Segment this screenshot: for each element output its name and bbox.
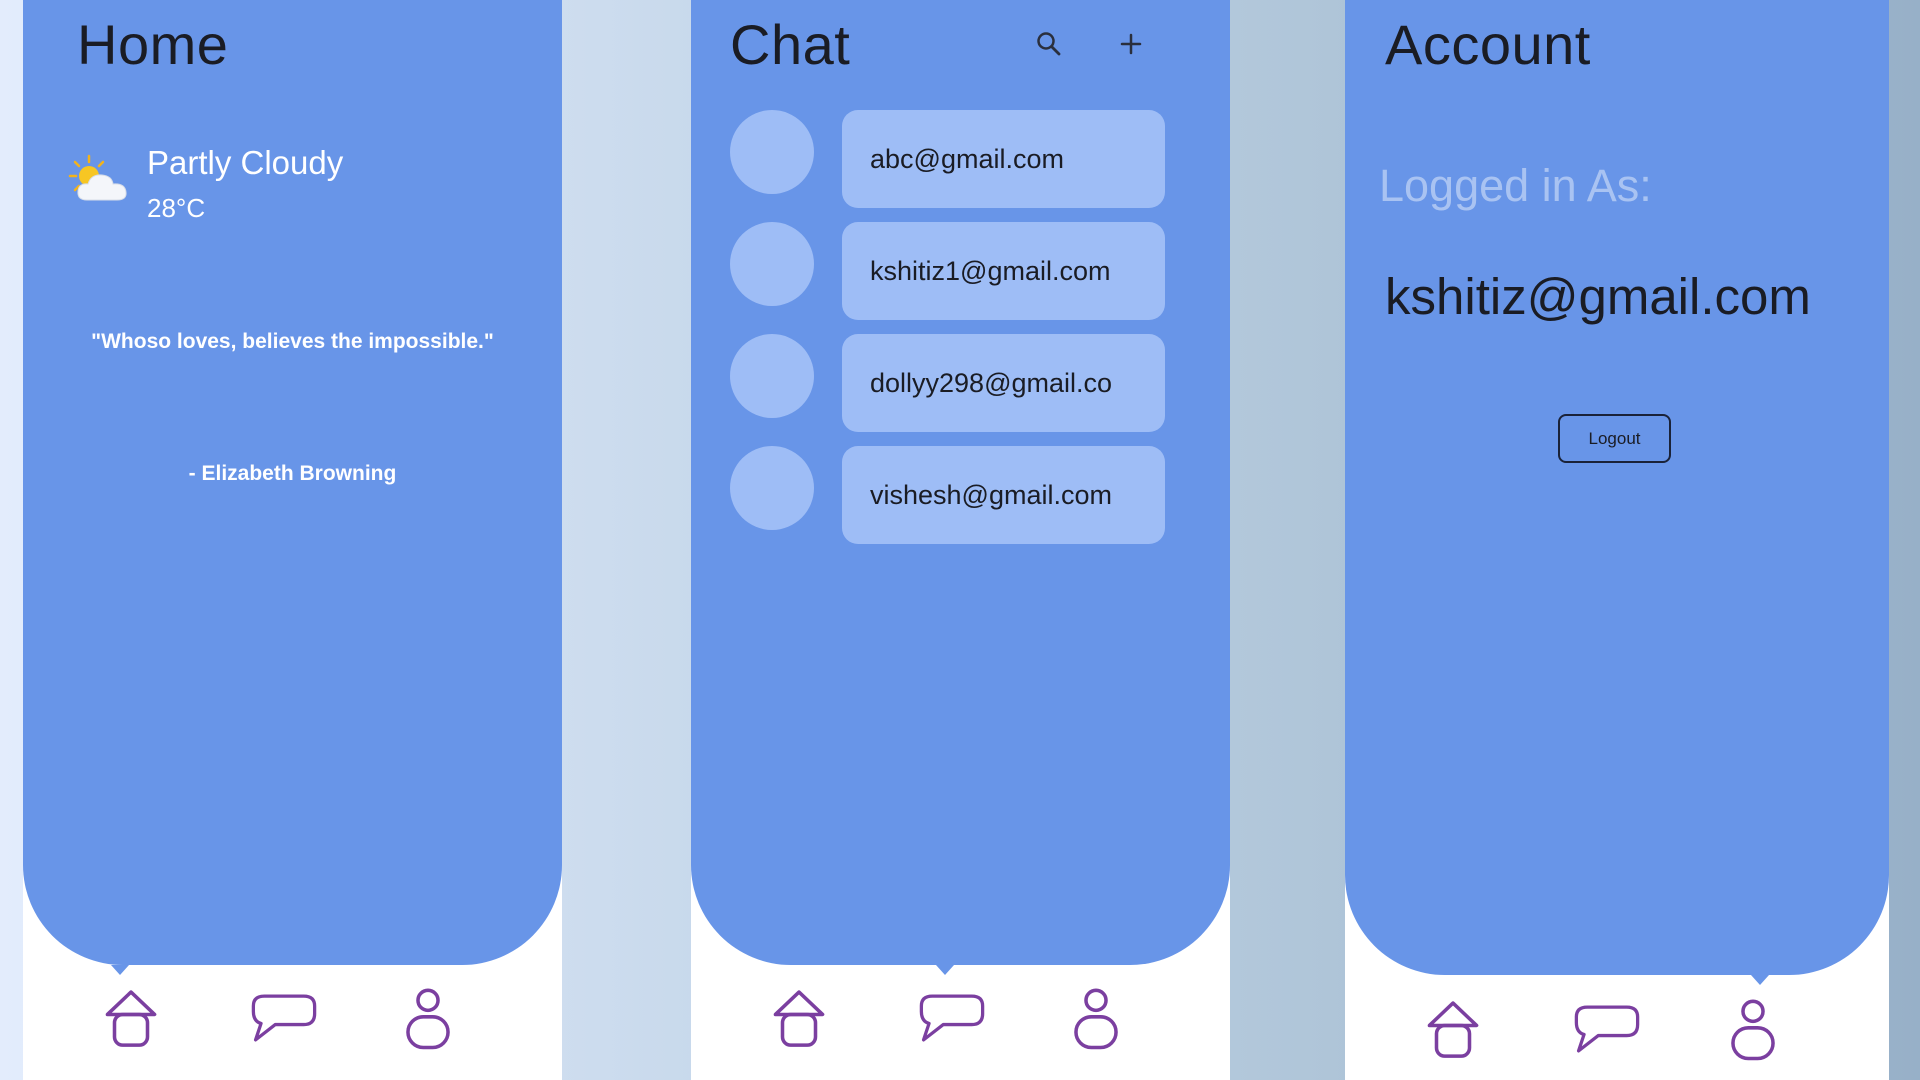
search-button[interactable]	[1029, 24, 1069, 64]
nav-selected-pointer	[1751, 975, 1769, 985]
home-icon	[96, 985, 166, 1051]
list-item[interactable]: vishesh@gmail.com	[730, 446, 1165, 544]
nav-home[interactable]	[96, 985, 166, 1051]
quote-author: - Elizabeth Browning	[188, 462, 397, 485]
user-icon	[1061, 985, 1131, 1051]
home-icon	[1418, 996, 1488, 1062]
avatar[interactable]	[730, 110, 814, 194]
home-screen: Home Partly Cloudy 28°C "Whoso loves, be…	[23, 0, 562, 1080]
avatar[interactable]	[730, 446, 814, 530]
nav-home[interactable]	[764, 985, 834, 1051]
contact-email[interactable]: abc@gmail.com	[842, 110, 1165, 208]
nav-account[interactable]	[1061, 985, 1131, 1051]
partly-cloudy-icon	[68, 154, 127, 201]
plus-icon	[1120, 33, 1142, 55]
account-screen: Account Logged in As: kshitiz@gmail.com …	[1345, 0, 1889, 1080]
page-title: Chat	[730, 13, 851, 76]
chat-bubble-icon	[249, 985, 319, 1051]
nav-selected-pointer	[111, 965, 129, 975]
nav-chat[interactable]	[1572, 996, 1642, 1062]
home-panel: Home Partly Cloudy 28°C "Whoso loves, be…	[23, 0, 562, 965]
quote-text: "Whoso loves, believes the impossible."	[91, 330, 494, 353]
chat-bubble-icon	[1572, 996, 1642, 1062]
logout-button[interactable]: Logout	[1558, 414, 1671, 463]
account-panel: Account Logged in As: kshitiz@gmail.com …	[1345, 0, 1889, 975]
nav-account[interactable]	[393, 985, 463, 1051]
list-item[interactable]: dollyy298@gmail.co	[730, 334, 1165, 432]
chat-bubble-icon	[917, 985, 987, 1051]
logged-in-label: Logged in As:	[1379, 160, 1652, 211]
nav-account[interactable]	[1718, 996, 1788, 1062]
contact-email[interactable]: kshitiz1@gmail.com	[842, 222, 1165, 320]
contact-email[interactable]: dollyy298@gmail.co	[842, 334, 1165, 432]
contact-email[interactable]: vishesh@gmail.com	[842, 446, 1165, 544]
search-icon	[1037, 32, 1061, 56]
user-icon	[1718, 996, 1788, 1062]
chat-screen: Chat abc@gmail.com kshitiz1@gmail.com do…	[691, 0, 1230, 1080]
list-item[interactable]: kshitiz1@gmail.com	[730, 222, 1165, 320]
list-item[interactable]: abc@gmail.com	[730, 110, 1165, 208]
page-title: Account	[1385, 13, 1591, 76]
page-title: Home	[77, 13, 229, 76]
weather-condition: Partly Cloudy	[147, 144, 344, 181]
chat-panel: Chat abc@gmail.com kshitiz1@gmail.com do…	[691, 0, 1230, 965]
avatar[interactable]	[730, 334, 814, 418]
weather-temperature: 28°C	[147, 193, 206, 223]
nav-selected-pointer	[936, 965, 954, 975]
nav-chat[interactable]	[917, 985, 987, 1051]
account-email: kshitiz@gmail.com	[1385, 268, 1811, 325]
avatar[interactable]	[730, 222, 814, 306]
home-icon	[764, 985, 834, 1051]
nav-chat[interactable]	[249, 985, 319, 1051]
nav-home[interactable]	[1418, 996, 1488, 1062]
user-icon	[393, 985, 463, 1051]
add-chat-button[interactable]	[1111, 24, 1151, 64]
